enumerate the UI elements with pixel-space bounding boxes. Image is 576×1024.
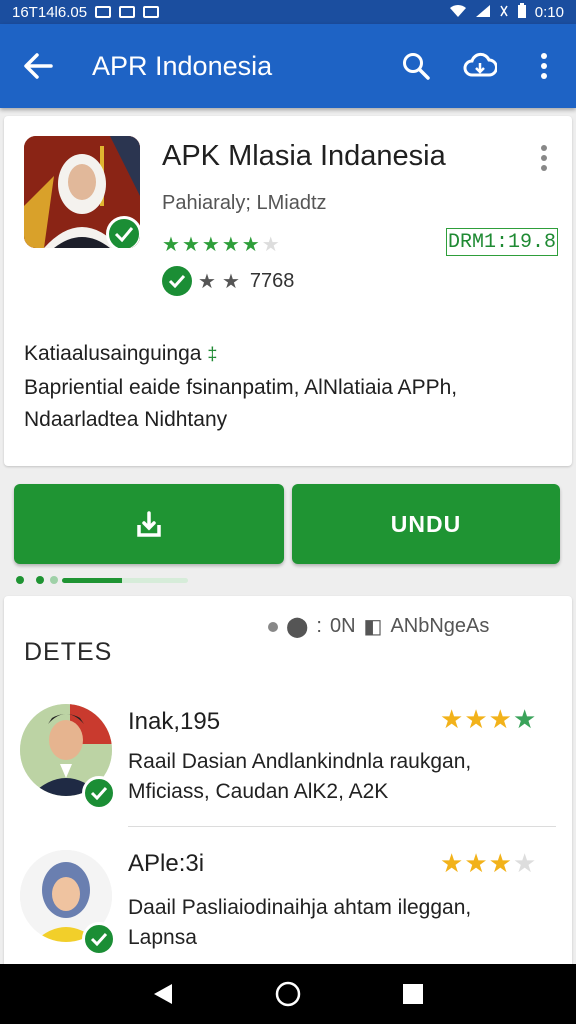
- notification-icon: [95, 6, 112, 18]
- price-button[interactable]: DRM1:19.8: [446, 228, 558, 256]
- progress-dot: [50, 576, 58, 584]
- star-icon: ★: [512, 848, 538, 878]
- nav-home-button[interactable]: [268, 974, 308, 1014]
- more-vert-icon: [541, 53, 547, 79]
- system-nav-bar: [0, 964, 576, 1024]
- verified-badge-icon: [82, 922, 116, 956]
- status-time-left: 16T14l6.05: [12, 3, 88, 21]
- description-heading-text: Katiaalusainguinga: [24, 342, 202, 365]
- download-icon: [137, 511, 161, 537]
- filter-text: 0N: [329, 615, 356, 637]
- section-title: DETES: [24, 638, 113, 666]
- description-line: Bapriential eaide fsinanpatim, AlNlatiai…: [24, 376, 458, 399]
- more-vert-icon: [541, 145, 547, 171]
- wifi-icon: [449, 4, 467, 20]
- no-sim-icon: [499, 4, 509, 20]
- download-button[interactable]: [14, 484, 284, 564]
- star-icon: ★: [198, 270, 216, 293]
- filter-label: ANbNgeAs: [390, 615, 490, 637]
- cloud-sync-button[interactable]: [448, 24, 512, 108]
- review-divider: [128, 826, 556, 827]
- nav-recents-button[interactable]: [393, 974, 433, 1014]
- review-stars: ★★★★: [440, 848, 537, 879]
- review-count: 7768: [249, 269, 295, 292]
- reviewer-name: APle:3i: [128, 850, 205, 877]
- toggle-icon: ⬤: [286, 616, 309, 638]
- review-text-line: Lapnsa: [128, 926, 197, 949]
- star-icon: ★: [488, 848, 513, 878]
- progress-indicator: [14, 575, 188, 585]
- review-stars: ★★★★: [440, 704, 537, 735]
- star-icon: ★: [241, 234, 260, 256]
- app-title: APK Mlasia Indanesia: [162, 140, 446, 172]
- search-icon: [403, 53, 430, 80]
- progress-fill: [62, 578, 123, 583]
- developer-name[interactable]: Pahiaraly; LMiadtz: [162, 192, 327, 215]
- app-icon-image[interactable]: [24, 136, 140, 248]
- reviewer-name: Inak,195: [128, 708, 221, 735]
- review-filter-row[interactable]: ⬤ : 0N ◧ ANbNgeAs: [268, 614, 489, 639]
- star-icon: ★: [162, 234, 180, 256]
- star-icon: ★: [181, 234, 200, 256]
- app-bar: APR Indonesia: [0, 24, 576, 108]
- app-bar-title: APR Indonesia: [92, 50, 273, 81]
- star-icon: ★: [488, 704, 513, 734]
- star-icon: ★: [464, 704, 489, 734]
- speaker-icon: ◧: [363, 616, 383, 638]
- star-icon: ★: [440, 848, 465, 878]
- description-mark: ‡: [207, 344, 218, 364]
- dot-icon: [268, 621, 278, 632]
- install-button[interactable]: UNDU: [292, 484, 560, 564]
- star-icon: ★: [201, 234, 220, 256]
- status-time: 0:10: [534, 3, 564, 21]
- back-arrow-icon: [24, 53, 53, 79]
- nav-back-button[interactable]: [143, 974, 183, 1014]
- cloud-sync-icon: [463, 52, 497, 77]
- star-icon: ★: [464, 848, 489, 878]
- progress-track: [62, 578, 188, 583]
- signal-icon: [475, 4, 491, 20]
- progress-dot: [36, 576, 44, 584]
- verified-badge-icon: [82, 776, 116, 810]
- home-circle-icon: [275, 981, 301, 1007]
- back-triangle-icon: [153, 984, 172, 1004]
- notification-icon: [119, 6, 136, 18]
- card-overflow-button[interactable]: [540, 144, 556, 176]
- search-button[interactable]: [384, 24, 448, 108]
- app-info-card: APK Mlasia Indanesia Pahiaraly; LMiadtz …: [4, 116, 572, 466]
- verified-badge-icon: [106, 216, 140, 248]
- back-button[interactable]: [0, 24, 76, 108]
- description-heading: Katiaalusainguinga ‡: [24, 342, 217, 366]
- app-rating-stars: ★ ★ ★ ★ ★ ★: [162, 232, 280, 257]
- overflow-menu-button[interactable]: [512, 24, 576, 108]
- reviews-card: ⬤ : 0N ◧ ANbNgeAs DETES Inak,195 ★★★★ Ra…: [4, 596, 572, 976]
- check-circle-icon: [162, 266, 192, 296]
- battery-icon: [517, 3, 527, 21]
- meta-row: ★ ★ 7768: [162, 266, 294, 296]
- star-icon: ★: [261, 234, 280, 256]
- image-notification-icon: [143, 6, 160, 18]
- status-bar: 16T14l6.05 0:10: [0, 0, 576, 24]
- star-icon: ★: [512, 704, 538, 734]
- description-line: Ndaarladtea Nidhtany: [24, 408, 228, 431]
- review-text-line: Mficiass, Caudan AlK2, A2K: [128, 780, 389, 803]
- review-text-line: Daail Pasliaiodinaihja ahtam ileggan,: [128, 896, 472, 919]
- star-icon: ★: [221, 270, 240, 293]
- filter-separator: :: [316, 615, 322, 637]
- star-icon: ★: [221, 234, 240, 256]
- review-text-line: Raail Dasian Andlankindnla raukgan,: [128, 750, 472, 773]
- star-icon: ★: [440, 704, 465, 734]
- recents-square-icon: [403, 984, 424, 1004]
- progress-dot: [16, 576, 24, 584]
